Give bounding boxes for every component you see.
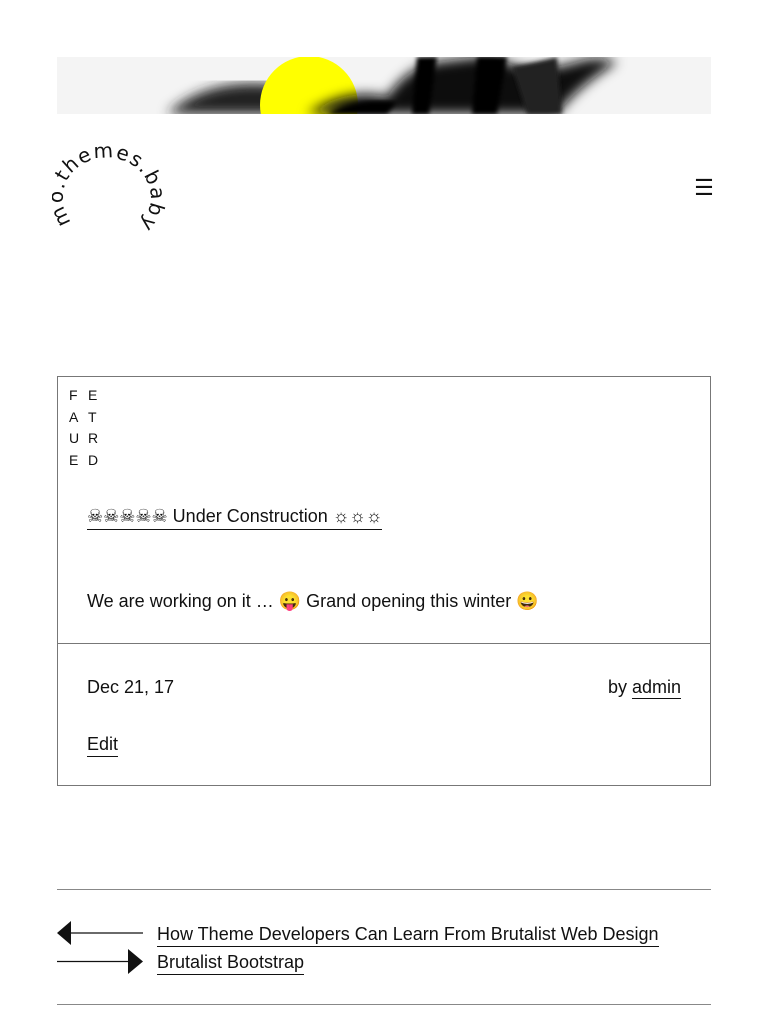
featured-letter: E [69, 451, 79, 468]
post-excerpt: We are working on it … 😛 Grand opening t… [87, 591, 539, 611]
featured-letter: E [88, 387, 98, 403]
post-card: FE AT UR ED ☠☠☠☠☠ Under Construction ☼☼☼… [57, 376, 711, 786]
featured-letter: A [69, 408, 79, 425]
post-nav-top-rule [57, 889, 711, 890]
post-nav-bottom-rule [57, 1004, 711, 1005]
post-byline: by admin [607, 676, 681, 699]
featured-letter: U [69, 430, 80, 446]
featured-letter: F [69, 387, 78, 403]
previous-arrow-icon[interactable] [57, 920, 147, 946]
featured-letter: D [88, 451, 99, 468]
svg-text:mo.themes.baby: mo.themes.baby [52, 142, 170, 237]
site-logo[interactable]: mo.themes.baby [44, 138, 180, 252]
hamburger-icon[interactable]: ☰ [694, 176, 714, 200]
next-post-link[interactable]: Brutalist Bootstrap [157, 951, 305, 975]
featured-letter: T [88, 408, 97, 425]
featured-label: FE AT UR ED [69, 385, 119, 471]
by-label: by [607, 677, 627, 697]
next-arrow-icon[interactable] [57, 948, 147, 975]
post-title-link[interactable]: ☠☠☠☠☠ Under Construction ☼☼☼ [87, 505, 383, 530]
author-link[interactable]: admin [631, 677, 681, 699]
post-divider [58, 643, 710, 644]
header-banner-image [57, 57, 711, 114]
post-date: Dec 21, 17 [87, 677, 175, 697]
featured-letter: R [88, 430, 99, 446]
logo-text: mo.themes.baby [44, 138, 169, 237]
previous-post-link[interactable]: How Theme Developers Can Learn From Brut… [157, 923, 659, 947]
edit-post-link[interactable]: Edit [87, 733, 119, 757]
